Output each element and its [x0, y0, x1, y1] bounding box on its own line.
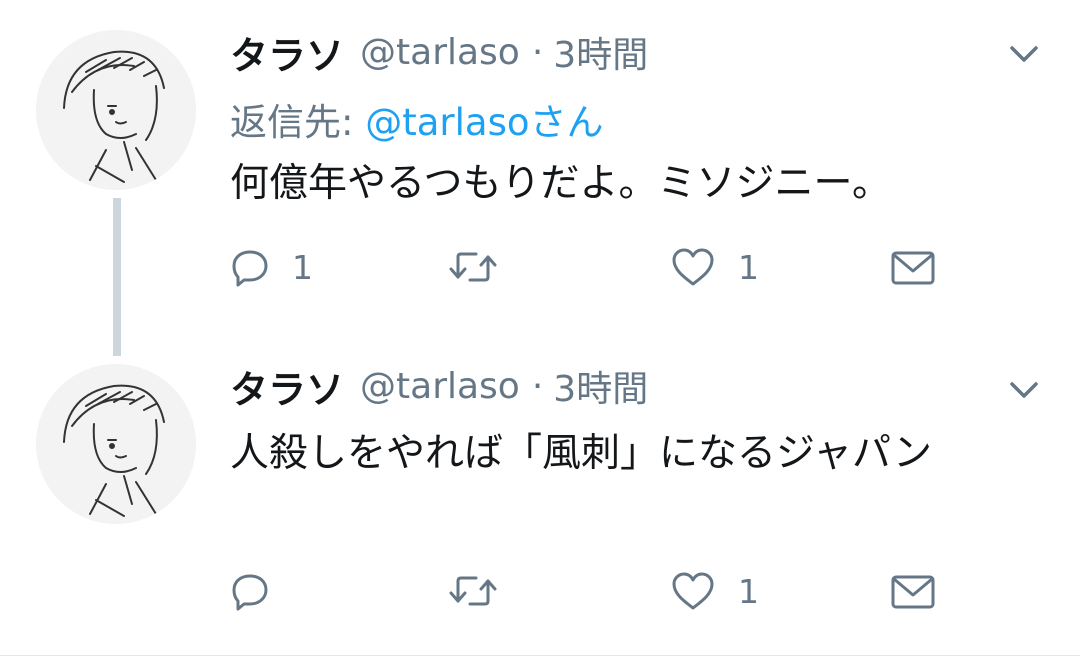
handle[interactable]: @tarlaso: [360, 366, 520, 407]
tweet-text: 人殺しをやれば「風刺」になるジャパン: [230, 431, 933, 476]
handle[interactable]: @tarlaso: [360, 32, 520, 73]
reply-icon: [232, 574, 268, 611]
timestamp[interactable]: 3時間: [553, 360, 648, 412]
avatar-drawing: [36, 30, 196, 190]
tweet[interactable]: タラソ @tarlaso · 3時間 人殺しをやれば「風刺」になるジャパン 1: [0, 356, 1080, 656]
retweet-button[interactable]: [448, 566, 520, 616]
like-button[interactable]: 1: [670, 566, 759, 616]
reply-button[interactable]: 1: [230, 242, 313, 292]
heart-icon: [672, 572, 714, 610]
heart-icon: [672, 248, 714, 286]
divider: [0, 655, 1080, 656]
reply-mention-link[interactable]: @tarlasoさん: [365, 101, 603, 144]
chevron-down-icon[interactable]: [1006, 36, 1042, 72]
tweet-actions: 1: [230, 566, 950, 616]
timestamp[interactable]: 3時間: [553, 26, 648, 78]
envelope-icon: [891, 575, 935, 609]
avatar[interactable]: [36, 30, 196, 190]
tweet-header: タラソ @tarlaso · 3時間: [230, 356, 648, 416]
like-count: 1: [738, 247, 759, 287]
reply-icon: [232, 250, 268, 287]
dm-button[interactable]: [890, 566, 936, 616]
reply-label: 返信先:: [230, 101, 354, 144]
avatar[interactable]: [36, 364, 196, 524]
tweet-header: タラソ @tarlaso · 3時間: [230, 22, 648, 82]
tweet-actions: 1 1: [230, 242, 950, 292]
like-button[interactable]: 1: [670, 242, 759, 292]
separator: ·: [531, 31, 544, 73]
avatar-drawing: [36, 364, 196, 524]
dm-button[interactable]: [890, 242, 936, 292]
display-name[interactable]: タラソ: [230, 25, 344, 80]
retweet-button[interactable]: [448, 242, 520, 292]
reply-count: 1: [292, 247, 313, 287]
reply-button[interactable]: [230, 566, 292, 616]
like-count: 1: [738, 571, 759, 611]
retweet-icon: [449, 252, 497, 282]
thread-line: [113, 198, 121, 356]
envelope-icon: [891, 251, 935, 285]
display-name[interactable]: タラソ: [230, 359, 344, 414]
tweet-text: 何億年やるつもりだよ。ミソジニー。: [230, 161, 892, 206]
chevron-down-icon[interactable]: [1006, 372, 1042, 408]
retweet-icon: [449, 576, 497, 606]
reply-to: 返信先: @tarlasoさん: [230, 92, 604, 146]
tweet[interactable]: タラソ @tarlaso · 3時間 返信先: @tarlasoさん 何億年やる…: [0, 22, 1080, 356]
separator: ·: [531, 365, 544, 407]
